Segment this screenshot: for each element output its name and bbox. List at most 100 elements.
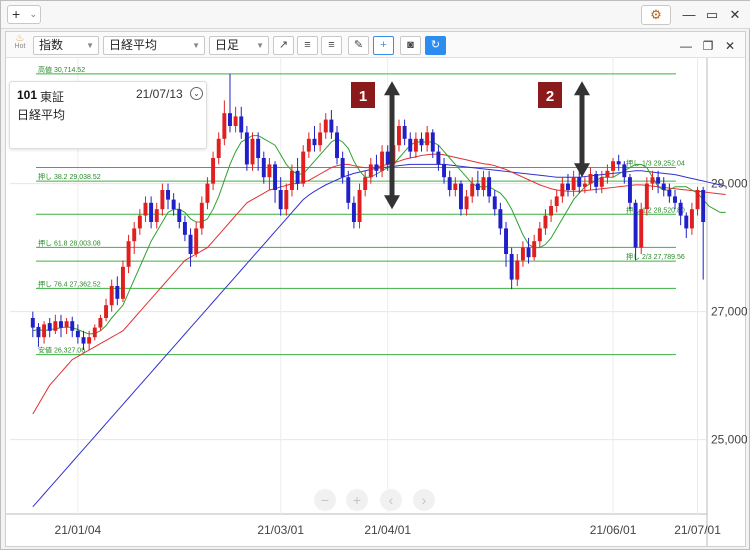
- collapse-toggle-icon[interactable]: ⌄: [190, 87, 203, 100]
- candle-body: [171, 199, 176, 210]
- close-icon[interactable]: ✕: [725, 5, 745, 25]
- candle-body: [295, 170, 300, 184]
- candle-body: [616, 161, 621, 165]
- annotation-arrow-head-down: [384, 195, 400, 210]
- candle-body: [599, 177, 604, 187]
- candle-body: [537, 228, 542, 242]
- candle-body: [667, 190, 672, 197]
- candle-body: [520, 247, 525, 261]
- candle-body: [104, 305, 109, 318]
- annotation-arrow-head-up: [384, 81, 400, 96]
- candle-body: [504, 228, 508, 254]
- candle-body: [64, 321, 69, 328]
- candle-body: [526, 247, 531, 258]
- candle-body: [188, 234, 193, 254]
- candle-body: [53, 321, 58, 331]
- candle-body: [633, 202, 638, 248]
- candle-body: [211, 158, 216, 184]
- candle-body: [487, 177, 492, 197]
- candle-body: [661, 183, 666, 190]
- candle-body: [475, 183, 480, 190]
- candle-body: [701, 190, 706, 222]
- x-tick-label: 21/01/04: [55, 523, 102, 537]
- candle-body: [256, 138, 261, 158]
- fib-label: 押し 61.8 28,003.08: [38, 238, 101, 247]
- candle-body: [177, 209, 182, 222]
- candle-body: [515, 260, 520, 280]
- candle-body: [335, 132, 339, 158]
- y-tick-label: 27,000: [711, 305, 747, 319]
- candle-body: [605, 170, 610, 178]
- zoom-in-button[interactable]: +: [346, 489, 368, 511]
- fib-label: 押し 76.4 27,362.52: [38, 279, 101, 288]
- app-window: + ⌄ ⚙ — ▭ ✕ ♨ Hot 指数 ▼ 日経平均 ▼ 日足 ▼ ↗ ≡ ≡ ✎ + …: [0, 0, 750, 550]
- candle-body: [81, 337, 86, 344]
- candle-body: [402, 126, 407, 139]
- candle-body: [594, 174, 599, 187]
- chart-panel: ♨ Hot 指数 ▼ 日経平均 ▼ 日足 ▼ ↗ ≡ ≡ ✎ + ◙ ↻ — ❐ ✕ 2…: [5, 31, 747, 547]
- candle-body: [143, 202, 148, 216]
- candle-body: [301, 151, 306, 184]
- candle-body: [306, 138, 311, 152]
- symbol-name: 日経平均: [17, 108, 66, 122]
- candle-body: [453, 183, 458, 190]
- candle-body: [639, 209, 644, 248]
- candle-body: [199, 202, 204, 229]
- candle-body: [318, 132, 323, 146]
- candle-body: [419, 138, 424, 146]
- candle-body: [436, 151, 441, 165]
- minimize-icon[interactable]: —: [679, 5, 699, 25]
- candle-body: [689, 209, 694, 229]
- maximize-icon[interactable]: ▭: [702, 5, 722, 25]
- candle-body: [284, 190, 289, 210]
- candle-body: [380, 151, 385, 171]
- annotation-badge-label: 2: [546, 88, 554, 105]
- candle-body: [622, 164, 627, 178]
- candle-body: [154, 209, 159, 222]
- candle-body: [413, 138, 418, 152]
- candle-body: [340, 158, 345, 178]
- zoom-out-button[interactable]: −: [314, 489, 336, 511]
- candle-body: [464, 196, 469, 210]
- symbol-info-box: 101 東証 21/07/13 ⌄ 日経平均: [9, 81, 207, 149]
- x-tick-label: 21/04/01: [364, 523, 411, 537]
- candle-body: [549, 206, 554, 216]
- candle-body: [92, 327, 97, 338]
- candle-body: [442, 164, 447, 178]
- candle-body: [385, 151, 390, 165]
- candle-body: [673, 196, 677, 203]
- candle-body: [42, 324, 47, 338]
- gear-icon[interactable]: ⚙: [641, 5, 671, 25]
- candle-body: [571, 177, 576, 190]
- ma-short-line: [32, 135, 726, 335]
- candle-body: [357, 190, 362, 222]
- candle-body: [182, 222, 187, 235]
- candle-body: [458, 183, 463, 210]
- candle-body: [470, 183, 475, 197]
- candle-body: [205, 183, 210, 203]
- candle-body: [166, 190, 170, 200]
- candle-body: [47, 323, 52, 331]
- candle-body: [126, 241, 131, 267]
- exchange-label: 東証: [40, 90, 65, 104]
- candle-body: [98, 318, 103, 328]
- add-chart-button[interactable]: + ⌄: [7, 5, 41, 24]
- fib-label: 押し 38.2 29,038.52: [38, 172, 101, 181]
- candle-body: [244, 132, 249, 165]
- scroll-right-button[interactable]: ›: [413, 489, 435, 511]
- candle-body: [374, 164, 379, 171]
- fib-label: 高値 30,714.52: [38, 65, 85, 74]
- candle-body: [582, 183, 587, 187]
- candle-body: [59, 321, 63, 328]
- x-tick-label: 21/03/01: [257, 523, 304, 537]
- candle-body: [650, 177, 655, 184]
- candle-body: [684, 215, 689, 229]
- candle-body: [346, 177, 351, 203]
- scroll-left-button[interactable]: ‹: [380, 489, 402, 511]
- app-title-bar: + ⌄ ⚙ — ▭ ✕: [1, 1, 750, 29]
- candle-body: [239, 116, 244, 133]
- candle-body: [408, 138, 413, 152]
- candle-body: [678, 202, 683, 216]
- fib-label: 押し 2/3 27,789.56: [626, 252, 685, 261]
- candle-body: [222, 113, 227, 139]
